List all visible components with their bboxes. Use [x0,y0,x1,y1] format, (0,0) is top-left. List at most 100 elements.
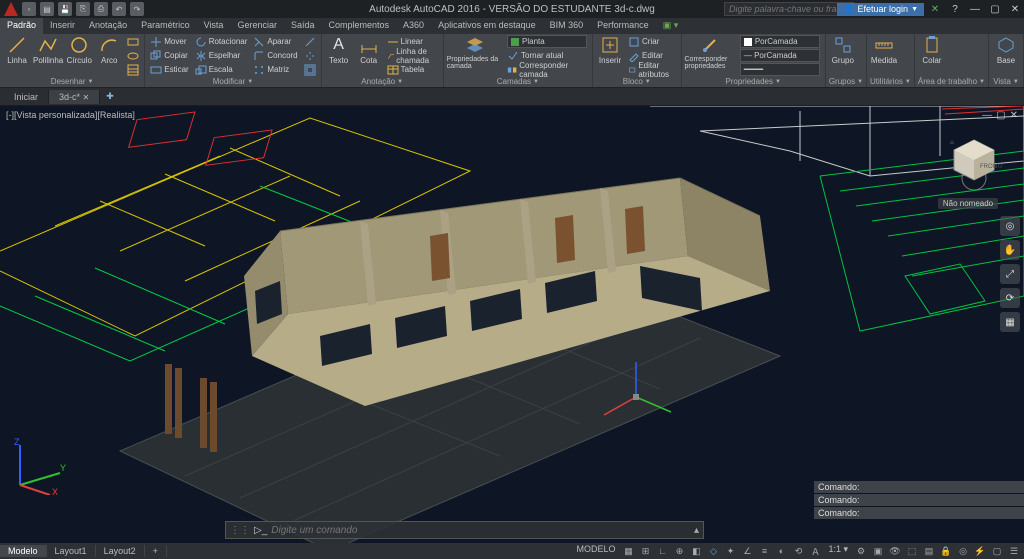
zoom-icon[interactable]: ⤢ [1000,264,1020,284]
tab-gerenciar[interactable]: Gerenciar [230,18,284,34]
tab-start[interactable]: Iniciar [4,90,49,104]
tab-padrao[interactable]: Padrão [0,18,43,34]
polar-icon[interactable]: ⊕ [671,544,687,558]
maximize-button[interactable]: ▢ [986,1,1004,17]
colar-button[interactable]: Colar [918,35,946,76]
nav-view-badge[interactable]: Não nomeado [938,198,998,209]
scale-text[interactable]: 1:1 ▾ [824,544,852,558]
lineweight-combo[interactable]: — PorCamada [740,49,820,62]
gear-icon[interactable]: ⚙ [853,544,869,558]
units-icon[interactable]: ⬚ [904,544,920,558]
osnap-icon[interactable]: ◇ [705,544,721,558]
tabela-button[interactable]: Tabela [385,63,440,76]
qat-redo-icon[interactable]: ↷ [130,2,144,16]
qat-plot-icon[interactable]: ⎙ [94,2,108,16]
annotationvis-icon[interactable]: 👁 [887,544,903,558]
orbit-icon[interactable]: ⟳ [1000,288,1020,308]
tab-file-active[interactable]: 3d-c* ✕ [49,90,100,104]
minimize-button[interactable]: — [966,1,984,17]
showmotion-icon[interactable]: ▦ [1000,312,1020,332]
color-combo[interactable]: PorCamada [740,35,820,48]
espelhar-button[interactable]: Espelhar [193,49,250,62]
workspace-icon[interactable]: ▣ [870,544,886,558]
grupo-button[interactable]: Grupo [829,35,857,76]
cmd-handle-icon[interactable]: ⋮⋮ [230,525,250,536]
qat-open-icon[interactable]: ▤ [40,2,54,16]
grid-icon[interactable]: ▦ [620,544,636,558]
matriz-button[interactable]: Matriz [251,63,299,76]
cycle-icon[interactable]: ⟲ [790,544,806,558]
status-model-label[interactable]: MODELO [572,544,619,558]
app-logo-icon[interactable] [4,2,18,16]
isolate-icon[interactable]: ◎ [955,544,971,558]
annotation-icon[interactable]: Ａ [807,544,823,558]
aparar-button[interactable]: Aparar [251,35,299,48]
arco-button[interactable]: Arco [95,35,123,76]
tab-inserir[interactable]: Inserir [43,18,82,34]
otrack-icon[interactable]: ∠ [739,544,755,558]
circulo-button[interactable]: Círculo [65,35,93,76]
base-button[interactable]: Base [992,35,1020,76]
escala-button[interactable]: Escala [193,63,250,76]
tab-vista[interactable]: Vista [197,18,231,34]
concord-button[interactable]: Concord [251,49,299,62]
add-layout-button[interactable]: + [145,545,167,557]
transparency-icon[interactable]: ◐ [773,544,789,558]
propriedades-camada-button[interactable]: Propriedades da camada [447,35,503,76]
clean-icon[interactable]: ▢ [989,544,1005,558]
3dosnap-icon[interactable]: ✦ [722,544,738,558]
add-tab-button[interactable]: ✚ [100,89,120,104]
home-icon[interactable]: ⌂ [950,140,954,146]
drawing-canvas[interactable] [0,106,1024,543]
chamada-button[interactable]: Linha de chamada [385,49,440,62]
snap-icon[interactable]: ⊞ [637,544,653,558]
tab-parametrico[interactable]: Paramétrico [134,18,197,34]
viewcube[interactable]: FRONTAL ⌂ [946,134,1002,190]
medida-button[interactable]: Medida [870,35,898,76]
cmd-expand-icon[interactable]: ▴ [694,525,699,536]
command-input[interactable] [271,525,690,536]
layout-tab-2[interactable]: Layout2 [96,545,145,557]
copiar-button[interactable]: Copiar [148,49,190,62]
tab-performance[interactable]: Performance [590,18,656,34]
esticar-button[interactable]: Esticar [148,63,190,76]
hw-icon[interactable]: ⚡ [972,544,988,558]
linha-button[interactable]: Linha [3,35,31,76]
ellipse-button[interactable] [125,49,141,62]
tab-bim360[interactable]: BIM 360 [543,18,591,34]
lock-icon[interactable]: 🔒 [938,544,954,558]
tab-anotacao[interactable]: Anotação [82,18,134,34]
iso-icon[interactable]: ◧ [688,544,704,558]
polilinha-button[interactable]: Polilinha [33,35,63,76]
qat-new-icon[interactable]: ▫ [22,2,36,16]
pan-icon[interactable]: ✋ [1000,240,1020,260]
layer-combo[interactable]: Planta [507,35,587,48]
tab-saida[interactable]: Saída [284,18,322,34]
layout-tab-model[interactable]: Modelo [0,545,47,557]
tab-aplicativos[interactable]: Aplicativos em destaque [431,18,543,34]
quickprops-icon[interactable]: ▤ [921,544,937,558]
steering-wheel-icon[interactable]: ◎ [1000,216,1020,236]
login-button[interactable]: 👤Efetuar login▼ [837,3,924,16]
mod-extra3-button[interactable] [302,63,318,76]
close-button[interactable]: ✕ [1006,1,1024,17]
ortho-icon[interactable]: ∟ [654,544,670,558]
customize-icon[interactable]: ☰ [1006,544,1022,558]
qat-save-icon[interactable]: 💾 [58,2,72,16]
inserir-button[interactable]: Inserir [596,35,624,76]
tab-expander-icon[interactable]: ▣ ▾ [656,18,686,34]
tab-a360[interactable]: A360 [396,18,431,34]
viewport[interactable]: [-][Vista personalizada][Realista] — ▢ ✕ [0,106,1024,543]
cota-button[interactable]: Cota [355,35,383,76]
mod-extra2-button[interactable] [302,49,318,62]
corresponder-camada-button[interactable]: Corresponder camada [505,63,589,76]
editar-atributos-button[interactable]: Editar atributos [626,63,677,76]
mod-extra1-button[interactable] [302,35,318,48]
layout-tab-1[interactable]: Layout1 [47,545,96,557]
lwt-icon[interactable]: ≡ [756,544,772,558]
criar-button[interactable]: Criar [626,35,677,48]
corresponder-propriedades-button[interactable]: Corresponder propriedades [685,35,736,76]
help-search-input[interactable] [724,2,854,16]
linetype-combo[interactable]: ━━━━ [740,63,820,76]
rect-button[interactable] [125,35,141,48]
